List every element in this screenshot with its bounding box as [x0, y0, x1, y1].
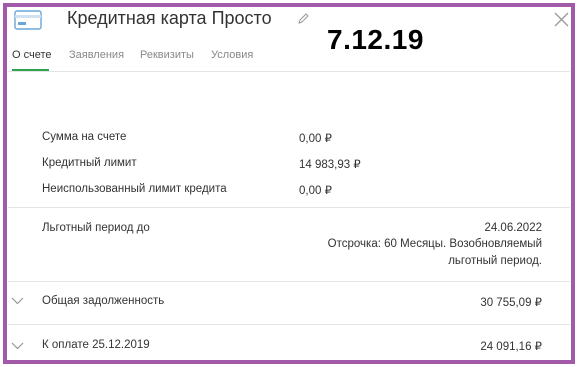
chevron-down-icon[interactable] — [11, 342, 24, 350]
payment-due-value: 24 091,16 ₽ — [480, 341, 542, 353]
page-title: Кредитная карта Просто — [67, 8, 272, 28]
unused-limit-value: 0,00 ₽ — [299, 185, 332, 197]
total-debt-label: Общая задолженность — [42, 295, 165, 307]
chevron-down-icon[interactable] — [11, 297, 24, 305]
close-icon[interactable] — [553, 11, 570, 28]
credit-card-icon — [14, 10, 42, 30]
section-divider — [8, 281, 570, 282]
grace-period-label: Льготный период до — [42, 222, 150, 234]
tab-conditions[interactable]: Условия — [211, 49, 253, 61]
payment-due-label: К оплате 25.12.2019 — [42, 339, 150, 351]
date-stamp: 7.12.19 — [327, 24, 424, 55]
grace-period-note-line2: льготный период. — [448, 255, 542, 267]
balance-label: Сумма на счете — [42, 131, 127, 143]
tabs-divider — [8, 71, 570, 72]
tab-applications[interactable]: Заявления — [69, 49, 124, 61]
tab-about-account[interactable]: О счете — [12, 49, 52, 72]
total-debt-value: 30 755,09 ₽ — [480, 297, 542, 309]
grace-period-note-line1: Отсрочка: 60 Месяцы. Возобновляемый — [327, 238, 542, 250]
section-divider — [8, 324, 570, 325]
section-divider — [8, 207, 570, 208]
credit-limit-label: Кредитный лимит — [42, 157, 137, 169]
tab-requisites[interactable]: Реквизиты — [140, 49, 194, 61]
credit-limit-value: 14 983,93 ₽ — [299, 159, 361, 171]
pencil-icon[interactable] — [297, 12, 309, 25]
unused-limit-label: Неиспользованный лимит кредита — [42, 183, 227, 195]
grace-period-date: 24.06.2022 — [484, 222, 542, 234]
tab-label: О счете — [12, 49, 52, 61]
balance-value: 0,00 ₽ — [299, 133, 332, 145]
